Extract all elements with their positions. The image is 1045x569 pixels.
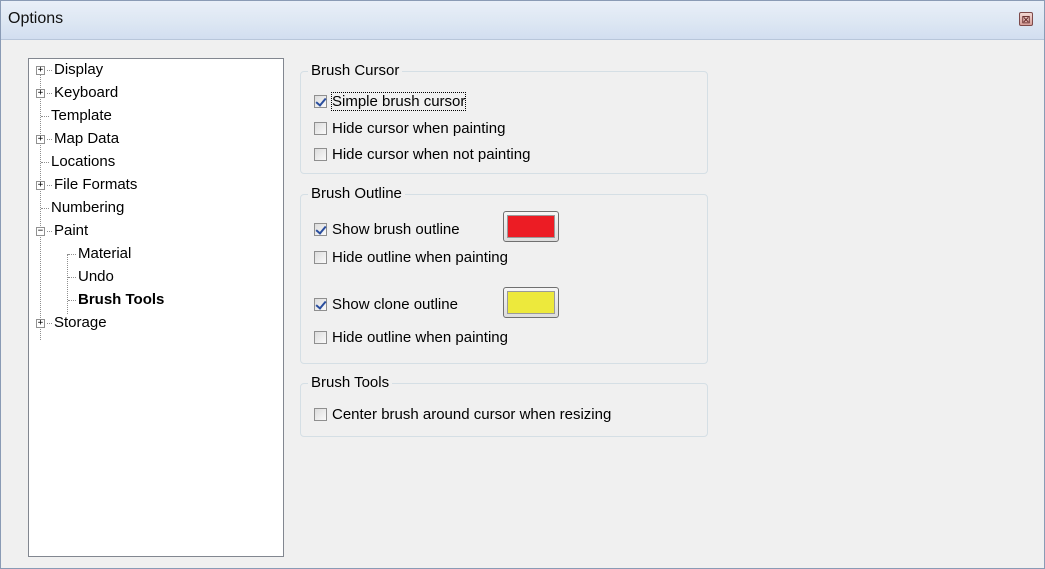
- simple-brush-cursor-checkbox[interactable]: Simple brush cursor: [314, 91, 467, 111]
- center-brush-checkbox[interactable]: Center brush around cursor when resizing: [314, 404, 611, 424]
- checkbox-label: Center brush around cursor when resizing: [332, 405, 612, 423]
- hide-cursor-painting-checkbox[interactable]: Hide cursor when painting: [314, 118, 505, 138]
- tree-item-template[interactable]: Template: [41, 105, 112, 127]
- checkbox-label: Hide cursor when painting: [332, 119, 506, 137]
- checkbox-label: Show clone outline: [332, 295, 458, 313]
- tree-item-label: Template: [51, 107, 112, 124]
- checkbox-checked[interactable]: [314, 94, 327, 108]
- tree-item-locations[interactable]: Locations: [41, 151, 115, 173]
- tree-item-label-selected: Brush Tools: [78, 291, 165, 308]
- tree-item-display[interactable]: + Display: [36, 59, 103, 81]
- expand-icon[interactable]: +: [36, 134, 45, 144]
- tree-item-label: Paint: [54, 222, 89, 239]
- tree-item-map-data[interactable]: + Map Data: [36, 128, 119, 150]
- tree-item-paint[interactable]: − Paint: [36, 220, 88, 242]
- checkbox-label: Hide outline when painting: [332, 328, 508, 346]
- collapse-icon[interactable]: −: [36, 226, 45, 236]
- checkbox-checked[interactable]: [314, 297, 327, 311]
- close-icon[interactable]: ⊠: [1019, 12, 1033, 26]
- checkbox[interactable]: [314, 330, 327, 344]
- group-title: Brush Tools: [308, 373, 393, 393]
- tree-item-label: Locations: [51, 153, 116, 170]
- group-title: Brush Cursor: [308, 61, 403, 81]
- brush-outline-color-button[interactable]: [503, 211, 559, 242]
- hide-cursor-not-painting-checkbox[interactable]: Hide cursor when not painting: [314, 144, 530, 164]
- tree-item-label: Keyboard: [54, 84, 119, 101]
- tree-item-numbering[interactable]: Numbering: [41, 197, 124, 219]
- checkbox-label: Hide outline when painting: [332, 248, 508, 266]
- expand-icon[interactable]: +: [36, 65, 45, 75]
- tree-item-label: Numbering: [51, 199, 125, 216]
- tree-item-undo[interactable]: Undo: [68, 266, 114, 288]
- title-bar: Options ⊠: [1, 1, 1044, 40]
- expand-icon[interactable]: +: [36, 88, 45, 98]
- checkbox[interactable]: [314, 250, 327, 264]
- checkbox-label: Show brush outline: [332, 220, 460, 238]
- tree-item-label: Undo: [78, 268, 114, 285]
- tree-item-label: File Formats: [54, 176, 138, 193]
- expand-icon[interactable]: +: [36, 318, 45, 328]
- checkbox-label: Hide cursor when not painting: [332, 145, 531, 163]
- checkbox[interactable]: [314, 121, 327, 135]
- tree-item-material[interactable]: Material: [68, 243, 131, 265]
- tree-item-storage[interactable]: + Storage: [36, 312, 107, 334]
- tree-item-label: Map Data: [54, 130, 120, 147]
- options-tree[interactable]: + Display + Keyboard Template + Map Data…: [28, 58, 284, 557]
- tree-item-label: Display: [54, 61, 104, 78]
- window-title: Options: [8, 10, 64, 27]
- brush-outline-color-swatch: [507, 215, 555, 238]
- group-title: Brush Outline: [308, 184, 405, 204]
- tree-item-keyboard[interactable]: + Keyboard: [36, 82, 118, 104]
- hide-brush-outline-painting-checkbox[interactable]: Hide outline when painting: [314, 247, 508, 267]
- clone-outline-color-button[interactable]: [503, 287, 559, 318]
- show-clone-outline-checkbox[interactable]: Show clone outline: [314, 294, 458, 314]
- tree-item-label: Material: [78, 245, 132, 262]
- checkbox[interactable]: [314, 407, 327, 421]
- clone-outline-color-swatch: [507, 291, 555, 314]
- tree-item-label: Storage: [54, 314, 107, 331]
- options-window: Options ⊠ + Display + Keyboard Template …: [0, 0, 1045, 569]
- expand-icon[interactable]: +: [36, 180, 45, 190]
- checkbox-checked[interactable]: [314, 222, 327, 236]
- show-brush-outline-checkbox[interactable]: Show brush outline: [314, 219, 460, 239]
- hide-clone-outline-painting-checkbox[interactable]: Hide outline when painting: [314, 327, 508, 347]
- checkbox[interactable]: [314, 147, 327, 161]
- checkbox-label: Simple brush cursor: [330, 91, 467, 111]
- tree-item-brush-tools[interactable]: Brush Tools: [68, 289, 164, 311]
- tree-item-file-formats[interactable]: + File Formats: [36, 174, 137, 196]
